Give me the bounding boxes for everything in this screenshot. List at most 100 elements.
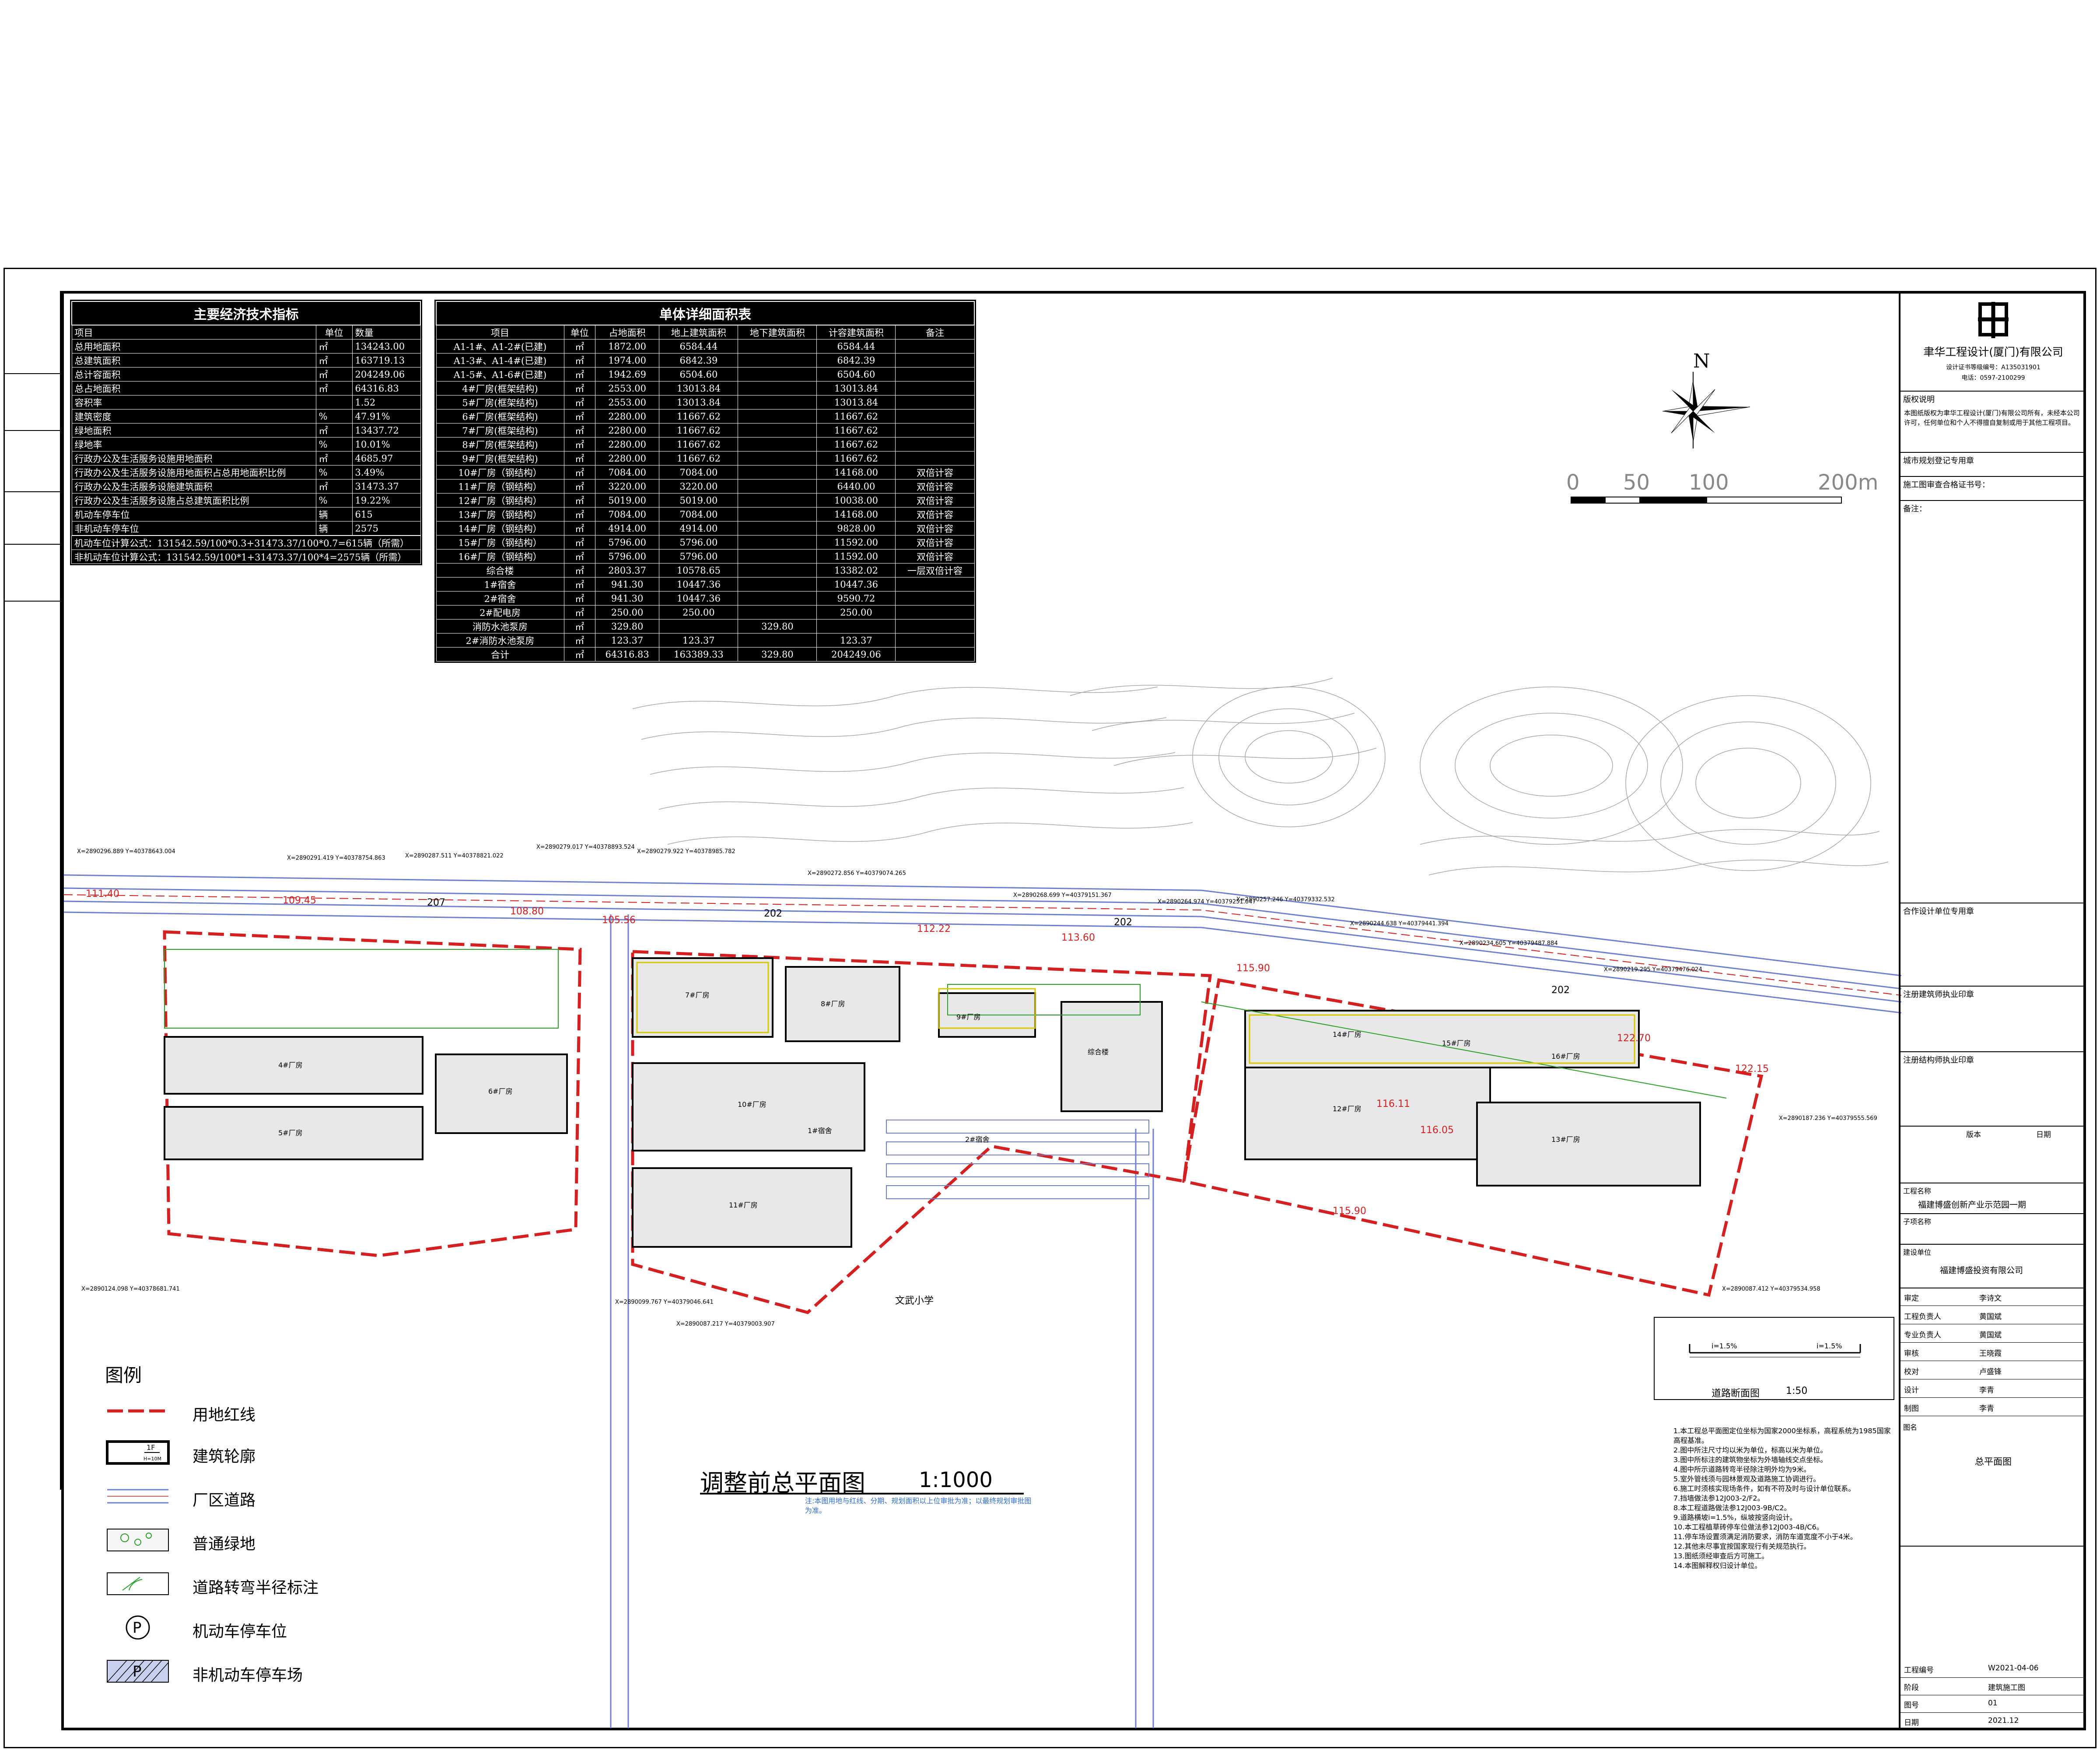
map-note: 注:本图用地与红线、分期、规划面积以上位审批为准；以最终规划审批图为准。: [805, 1497, 1032, 1515]
formula-line: 非机动车位计算公式：131542.59/100*1+31473.37/100*4…: [71, 550, 421, 564]
area-cell: [895, 423, 975, 438]
signature-role: 审核: [1904, 1349, 1919, 1358]
signature-role: 校对: [1904, 1368, 1919, 1376]
area-table-row: A1-3#、A1-4#(已建) ㎡ 1974.00 6842.39 6842.39: [436, 353, 975, 368]
area-cell: 941.30: [595, 591, 660, 606]
field-label: 注册结构师执业印章: [1903, 1056, 1974, 1065]
area-cell: ㎡: [564, 479, 595, 494]
area-cell: 1872.00: [595, 339, 660, 354]
area-cell: ㎡: [564, 633, 595, 648]
area-cell: 3220.00: [659, 479, 738, 494]
econ-cell: 31473.37: [352, 479, 421, 494]
main-road: [64, 874, 1901, 1014]
meta-value: W2021-04-06: [1988, 1664, 2039, 1673]
area-table-row: 综合楼㎡ 2803.37 10578.65 13382.02 一层双倍计容: [436, 563, 975, 578]
area-cell: 10447.36: [659, 577, 738, 592]
elevation-label: 109.45: [283, 895, 316, 906]
bike-parking-letter: P: [133, 1663, 142, 1680]
legend-label: 用地红线: [192, 1406, 256, 1424]
meta-value: 01: [1988, 1699, 1998, 1708]
econ-cell: 10.01%: [352, 437, 421, 452]
road-section-title: 道路断面图: [1712, 1388, 1760, 1399]
econ-cell: 行政办公及生活服务设施用地面积占总用地面积比例: [71, 465, 316, 480]
econ-cell: 绿地面积: [71, 423, 316, 438]
legend-row: 厂区道路: [105, 1483, 499, 1514]
area-cell: 9590.72: [816, 591, 896, 606]
area-header: 地上建筑面积: [659, 325, 738, 340]
building-label: 1#宿舍: [808, 1127, 832, 1135]
note-line: 2.图中所注尺寸均以米为单位，标高以米为单位。: [1673, 1446, 1827, 1454]
building-label: 16#厂房: [1551, 1052, 1580, 1060]
meta-label: 图号: [1904, 1701, 1919, 1710]
econ-cell: %: [315, 409, 353, 424]
note-line: 8.本工程道路做法参12J003-9B/C2。: [1673, 1504, 1791, 1512]
meta-value: 2021.12: [1988, 1716, 2019, 1725]
econ-cell: 64316.83: [352, 381, 421, 396]
building-label: 11#厂房: [729, 1201, 758, 1209]
signature-row: 制图 李青: [1900, 1399, 2086, 1416]
road-icon: [107, 1489, 168, 1504]
econ-cell: [315, 395, 353, 410]
legend-row: 1F H=10M 建筑轮廓: [105, 1439, 499, 1470]
revision-header: 版本: [1966, 1130, 1981, 1139]
company-phone: 电话：0597-2100299: [1961, 374, 2025, 382]
area-cell: [738, 577, 817, 592]
econ-cell: 行政办公及生活服务设施用地面积: [71, 451, 316, 466]
area-table-row: 5#厂房(框架结构) ㎡ 2553.00 13013.84 13013.84: [436, 395, 975, 410]
econ-cell: 机动车停车位: [71, 507, 316, 522]
area-cell: 7#厂房(框架结构): [436, 423, 564, 438]
area-cell: [738, 479, 817, 494]
area-cell: ㎡: [564, 535, 595, 550]
road-label: 202: [1551, 985, 1570, 996]
area-cell: [738, 605, 817, 620]
econ-cell: 615: [352, 507, 421, 522]
area-cell: 11667.62: [659, 437, 738, 452]
area-cell: 11667.62: [659, 409, 738, 424]
area-cell: 14#厂房（钢结构）: [436, 521, 564, 536]
area-detail-table: 单体详细面积表 项目 单位 占地面积 地上建筑面积 地下建筑面积 计容建筑面积 备注 A1-…: [434, 300, 976, 663]
area-header: 占地面积: [595, 325, 660, 340]
area-cell: 15#厂房（钢结构）: [436, 535, 564, 550]
elevation-label: 108.80: [510, 906, 544, 917]
elevation-label: 122.15: [1735, 1064, 1769, 1074]
field-label: 城市规划登记专用章: [1903, 456, 1974, 466]
area-table-row: 14#厂房（钢结构）㎡ 4914.00 4914.00 9828.00 双倍计容: [436, 521, 975, 536]
area-table-row: 4#厂房(框架结构) ㎡ 2553.00 13013.84 13013.84: [436, 381, 975, 396]
area-header: 项目: [436, 325, 564, 340]
econ-table-title: 主要经济技术指标: [71, 301, 421, 326]
note-line: 14.本图解释权归设计单位。: [1673, 1561, 1762, 1570]
econ-cell: 容积率: [71, 395, 316, 410]
econ-cell: 2575: [352, 521, 421, 536]
econ-header: 单位: [315, 325, 353, 340]
area-cell: 10447.36: [816, 577, 896, 592]
area-cell: [895, 395, 975, 410]
econ-header: 项目: [71, 325, 316, 340]
econ-cell: ㎡: [315, 353, 353, 368]
building-label: 14#厂房: [1333, 1030, 1362, 1039]
econ-cell: %: [315, 437, 353, 452]
graphic-scale-bar: 0 50 100 200m: [1566, 470, 1878, 514]
econ-cell: ㎡: [315, 479, 353, 494]
meta-value: 建筑施工图: [1988, 1684, 2025, 1692]
signature-row: 设计 李青: [1900, 1380, 2086, 1398]
contour-lines: [632, 678, 1889, 875]
area-cell: [895, 619, 975, 634]
area-header: 地下建筑面积: [738, 325, 817, 340]
area-cell: ㎡: [564, 381, 595, 396]
subitem-row: 子项名称: [1900, 1214, 2086, 1245]
road-section-scale: 1:50: [1786, 1386, 1808, 1396]
building-label: 2#宿舍: [965, 1135, 990, 1144]
field-row: 注册建筑师执业印章: [1900, 987, 2086, 1052]
econ-table-row: 行政办公及生活服务设施用地面积㎡ 4685.97: [71, 451, 421, 466]
signature-person: 李青: [1979, 1386, 1994, 1395]
area-cell: 13013.84: [816, 381, 896, 396]
meta-row: 工程编号 W2021-04-06: [1900, 1660, 2086, 1678]
field-row: 施工图审查合格证书号：: [1900, 477, 2086, 501]
area-cell: A1-3#、A1-4#(已建): [436, 353, 564, 368]
area-cell: [895, 605, 975, 620]
area-cell: [738, 437, 817, 452]
econ-cell: 204249.06: [352, 367, 421, 382]
area-cell: 2#消防水池泵房: [436, 633, 564, 648]
area-cell: 2553.00: [595, 381, 660, 396]
coord-label: X=2890087.412 Y=40379534.958: [1722, 1286, 1820, 1292]
